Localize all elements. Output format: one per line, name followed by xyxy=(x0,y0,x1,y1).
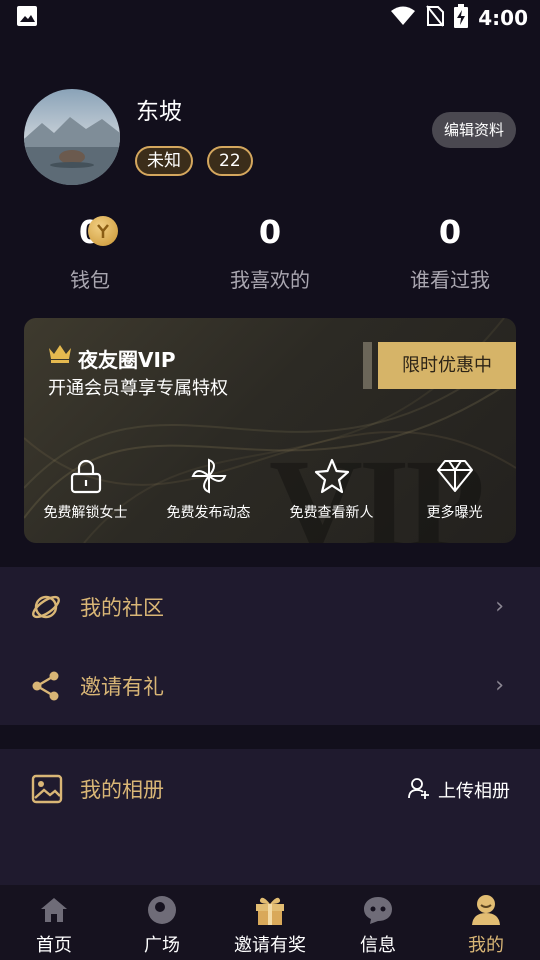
tab-invite-reward[interactable]: 邀请有奖 xyxy=(216,885,324,960)
stat-wallet[interactable]: 0 钱包 xyxy=(0,210,180,300)
battery-charging-icon xyxy=(454,4,469,32)
pinwheel-icon xyxy=(190,457,228,499)
wifi-icon xyxy=(390,6,416,30)
share-icon xyxy=(30,670,62,706)
tab-label: 广场 xyxy=(144,935,180,956)
vip-feature-newcomers[interactable]: 免费查看新人 xyxy=(270,458,393,528)
menu-item-label: 邀请有礼 xyxy=(80,674,164,699)
vip-feature-label: 免费发布动态 xyxy=(166,505,251,521)
tab-label: 首页 xyxy=(36,935,72,956)
visitors-label: 谁看过我 xyxy=(410,268,490,292)
album-title: 我的相册 xyxy=(80,778,164,802)
tab-messages[interactable]: 信息 xyxy=(324,885,432,960)
username: 东坡 xyxy=(136,99,182,125)
visitors-count: 0 xyxy=(438,213,462,251)
vip-features: 免费解锁女士 免费发布动态 免费查看新人 更多曝光 xyxy=(24,458,516,528)
upload-album-button[interactable]: 上传相册 xyxy=(408,777,510,803)
vip-title: 夜友圈VIP xyxy=(78,348,176,372)
tab-label: 邀请有奖 xyxy=(234,935,306,956)
promo-stripe xyxy=(363,342,372,389)
diamond-icon xyxy=(435,459,475,497)
home-icon xyxy=(39,896,69,928)
planet-icon xyxy=(30,591,62,627)
tab-home[interactable]: 首页 xyxy=(0,885,108,960)
menu-list: 我的社区 › 邀请有礼 › xyxy=(0,567,540,725)
chevron-right-icon: › xyxy=(495,673,504,698)
add-user-icon xyxy=(408,777,430,803)
ball-icon xyxy=(147,895,177,929)
upload-album-label: 上传相册 xyxy=(438,781,510,802)
no-sim-icon xyxy=(426,5,445,31)
avatar[interactable] xyxy=(24,89,120,185)
age-tag: 22 xyxy=(207,146,253,176)
vip-card[interactable]: VIP 夜友圈VIP 开通会员尊享专属特权 限时优惠中 免费解锁女士 免费发布动… xyxy=(24,318,516,543)
tab-mine[interactable]: 我的 xyxy=(432,885,540,960)
album-icon xyxy=(31,774,63,808)
gift-icon xyxy=(253,894,287,930)
status-bar: 4:00 xyxy=(0,0,540,36)
stats-row: 0 钱包 0 我喜欢的 0 谁看过我 xyxy=(0,210,540,300)
coin-icon xyxy=(88,216,118,246)
likes-count: 0 xyxy=(258,213,282,251)
vip-feature-post[interactable]: 免费发布动态 xyxy=(147,458,270,528)
limited-offer-button[interactable]: 限时优惠中 xyxy=(378,342,516,389)
menu-item-community[interactable]: 我的社区 › xyxy=(0,567,540,646)
likes-label: 我喜欢的 xyxy=(230,268,310,292)
vip-feature-label: 免费解锁女士 xyxy=(43,505,128,521)
chat-icon xyxy=(362,895,394,929)
clock: 4:00 xyxy=(478,6,528,30)
image-notification-icon xyxy=(16,5,38,31)
menu-item-invite[interactable]: 邀请有礼 › xyxy=(0,646,540,725)
wallet-label: 钱包 xyxy=(70,268,110,292)
vip-feature-exposure[interactable]: 更多曝光 xyxy=(393,458,516,528)
gender-tag: 未知 xyxy=(135,146,193,176)
vip-subtitle: 开通会员尊享专属特权 xyxy=(48,378,228,399)
vip-feature-label: 免费查看新人 xyxy=(289,505,374,521)
stat-likes[interactable]: 0 我喜欢的 xyxy=(180,210,360,300)
menu-item-label: 我的社区 xyxy=(80,595,164,620)
tab-label: 我的 xyxy=(468,935,504,956)
lock-icon xyxy=(69,458,103,498)
crown-icon xyxy=(47,342,73,368)
vip-feature-unlock[interactable]: 免费解锁女士 xyxy=(24,458,147,528)
star-icon xyxy=(313,458,351,498)
edit-profile-button[interactable]: 编辑资料 xyxy=(432,112,516,148)
bottom-tab-bar: 首页 广场 邀请有奖 信息 我的 xyxy=(0,885,540,960)
album-section: 我的相册 上传相册 xyxy=(0,749,540,885)
tab-square[interactable]: 广场 xyxy=(108,885,216,960)
tab-label: 信息 xyxy=(360,935,396,956)
chevron-right-icon: › xyxy=(495,594,504,619)
user-icon xyxy=(471,894,501,930)
vip-feature-label: 更多曝光 xyxy=(426,505,483,521)
profile-header: 东坡 未知 22 编辑资料 xyxy=(0,88,540,188)
stat-visitors[interactable]: 0 谁看过我 xyxy=(360,210,540,300)
